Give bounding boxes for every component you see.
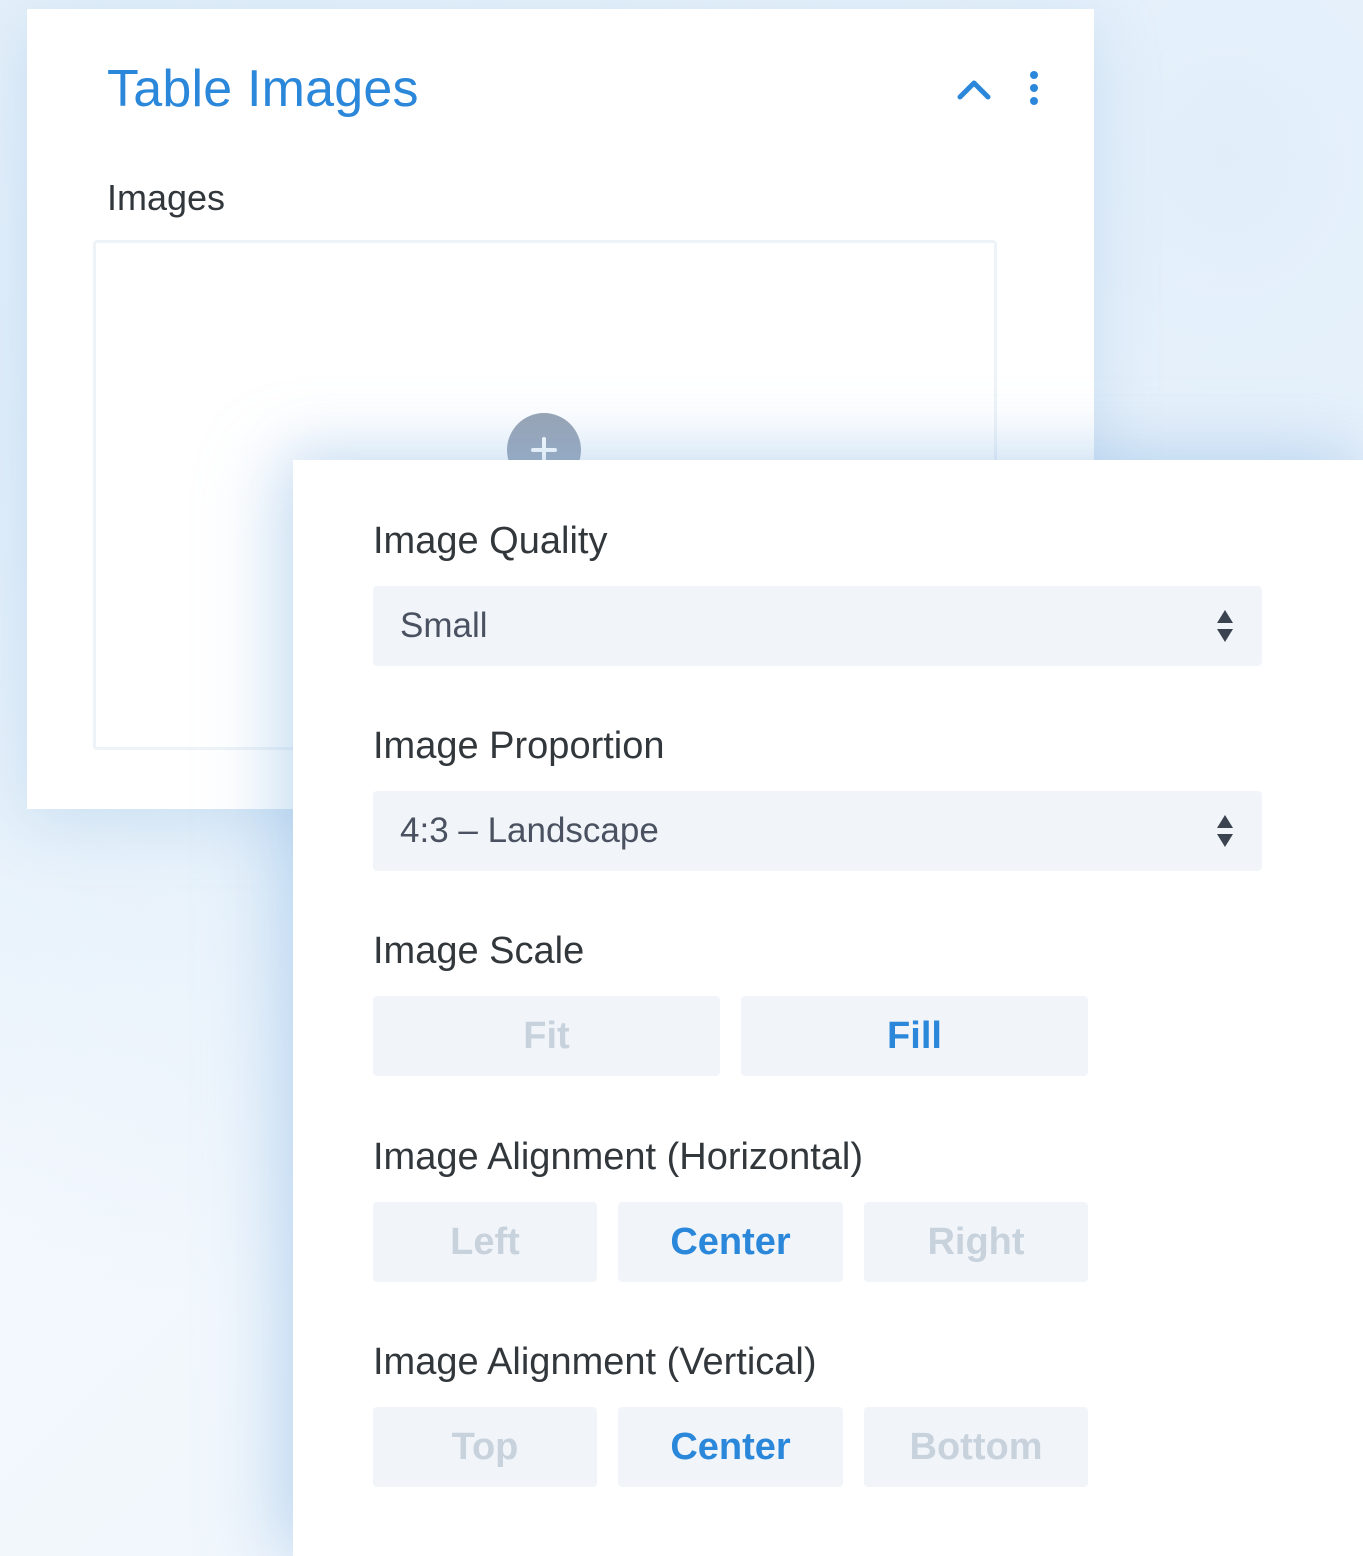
image-proportion-label: Image Proportion	[373, 725, 665, 767]
chevron-up-icon[interactable]	[955, 75, 993, 103]
card-title: Table Images	[107, 60, 419, 118]
align-top-button[interactable]: Top	[373, 1407, 597, 1487]
align-v-center-button[interactable]: Center	[618, 1407, 843, 1487]
images-label: Images	[107, 177, 226, 218]
scale-fit-button[interactable]: Fit	[373, 996, 720, 1076]
align-right-button[interactable]: Right	[864, 1202, 1088, 1282]
align-bottom-button[interactable]: Bottom	[864, 1407, 1088, 1487]
select-arrows-icon	[1217, 610, 1233, 642]
scale-fill-button[interactable]: Fill	[741, 996, 1088, 1076]
align-left-button[interactable]: Left	[373, 1202, 597, 1282]
kebab-menu-icon[interactable]	[1022, 69, 1046, 109]
select-arrows-icon	[1217, 815, 1233, 847]
align-vertical-label: Image Alignment (Vertical)	[373, 1341, 817, 1383]
image-settings-panel: Image Quality Small Image Proportion 4:3…	[293, 460, 1363, 1556]
align-horizontal-label: Image Alignment (Horizontal)	[373, 1136, 863, 1178]
align-h-center-button[interactable]: Center	[618, 1202, 843, 1282]
image-proportion-select[interactable]: 4:3 – Landscape	[373, 791, 1262, 871]
image-quality-select[interactable]: Small	[373, 586, 1262, 666]
image-proportion-value: 4:3 – Landscape	[400, 811, 659, 850]
image-scale-label: Image Scale	[373, 930, 585, 972]
image-quality-value: Small	[400, 606, 488, 645]
image-quality-label: Image Quality	[373, 520, 608, 562]
